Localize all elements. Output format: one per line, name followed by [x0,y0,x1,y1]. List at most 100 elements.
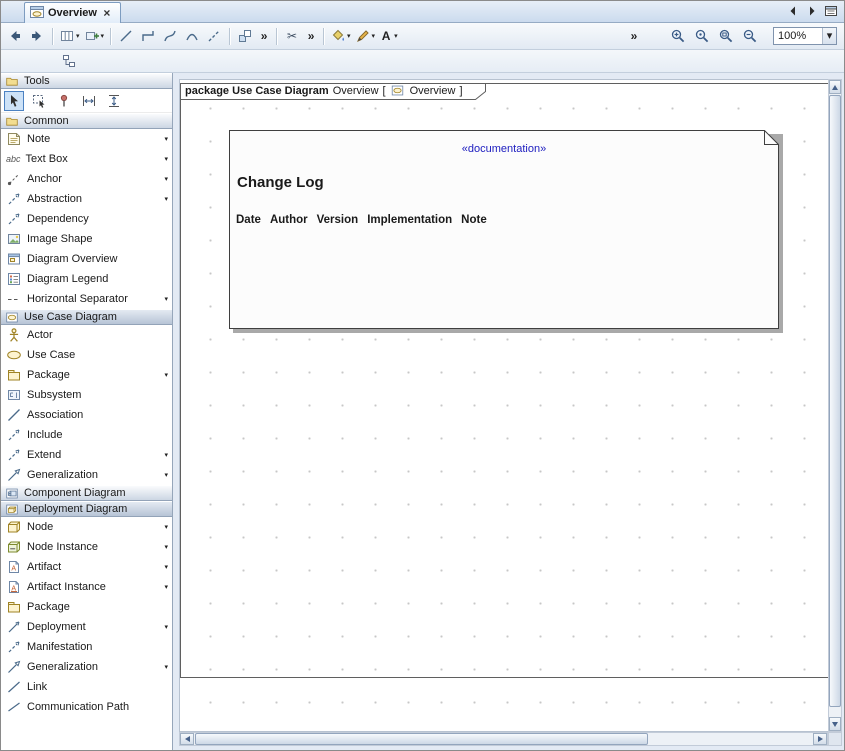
toolbox-item-image-shape[interactable]: Image Shape [1,229,172,249]
zoom-combobox[interactable]: 100% ▾ [773,27,837,45]
tab-overview[interactable]: Overview × [24,2,121,23]
triangle-left-icon [185,736,190,742]
chevron-down-icon[interactable]: ▾ [164,367,168,383]
toolbox-item-artifact[interactable]: AArtifact▾ [1,557,172,577]
scroll-right-button[interactable] [813,733,827,745]
chevron-down-icon[interactable]: ▾ [164,579,168,595]
toolbox-item-label: Text Box [26,153,160,165]
curved-path-button[interactable] [182,26,202,46]
chevron-down-icon[interactable]: ▾ [164,539,168,555]
chevron-down-icon[interactable]: ▾ [164,151,168,167]
zoom-dropdown-button[interactable]: ▾ [822,28,836,44]
sticky-tool-button[interactable] [54,91,74,111]
chevron-down-icon[interactable]: ▾ [164,619,168,635]
distribute-horizontal-tool-button[interactable] [79,91,99,111]
overflow-icon[interactable]: » [304,28,318,44]
chevron-down-icon[interactable]: ▾ [164,171,168,187]
chevron-down-icon[interactable]: ▾ [164,131,168,147]
section-header-tools[interactable]: Tools [1,73,172,89]
toolbox-item-package[interactable]: Package [1,597,172,617]
horizontal-scroll-thumb[interactable] [195,733,648,745]
chevron-down-icon[interactable]: ▾ [164,659,168,675]
documentation-note[interactable]: «documentation» Change Log DateAuthorVer… [229,130,779,329]
frame-ref-name: Overview [410,85,456,97]
image-shape-icon [6,231,22,247]
toolbox-item-text-box[interactable]: abcText Box▾ [1,149,172,169]
select-tool-button[interactable] [4,91,24,111]
toolbox-item-generalization[interactable]: Generalization▾ [1,465,172,485]
bezier-path-button[interactable] [160,26,180,46]
toolbox-item-abstraction[interactable]: Abstraction▾ [1,189,172,209]
chevron-down-icon[interactable]: ▾ [164,447,168,463]
toolbox-item-actor[interactable]: Actor [1,325,172,345]
tab-close-button[interactable]: × [100,5,114,21]
vertical-scroll-thumb[interactable] [829,95,841,707]
horizontal-scrollbar[interactable] [179,732,828,746]
toolbar-overflow-button[interactable]: » [627,28,641,44]
scroll-down-button[interactable] [829,717,841,731]
toolbox-item-note[interactable]: Note ▾ [1,129,172,149]
section-header-use-case-diagram[interactable]: Use Case Diagram [1,309,172,325]
chevron-down-icon[interactable]: ▾ [164,559,168,575]
toolbox-item-extend[interactable]: Extend▾ [1,445,172,465]
toolbox-item-node-instance[interactable]: Node Instance▾ [1,537,172,557]
font-button[interactable]: A▾ [378,26,399,46]
frame-diagram-name: Overview [333,85,379,97]
pen-color-button[interactable]: ▾ [354,26,377,46]
section-header-component-diagram[interactable]: Component Diagram [1,485,172,501]
add-shape-button[interactable]: ▾ [83,26,106,46]
toolbox-item-subsystem[interactable]: Subsystem [1,385,172,405]
chevron-down-icon[interactable]: ▾ [164,291,168,307]
frame-header: package Use Case Diagram Overview [ Over… [180,83,486,100]
toolbox-item-artifact-instance[interactable]: AArtifact Instance▾ [1,577,172,597]
toolbox-item-node[interactable]: Node▾ [1,517,172,537]
toolbox-item-deployment[interactable]: Deployment▾ [1,617,172,637]
next-tab-button[interactable] [803,2,820,19]
zoom-out-button[interactable] [740,26,760,46]
layout-button[interactable] [235,26,255,46]
toolbox-item-communication-path[interactable]: Communication Path [1,697,172,717]
toolbox-item-package[interactable]: Package▾ [1,365,172,385]
toolbox-item-manifestation[interactable]: Manifestation [1,637,172,657]
swimlane-button[interactable]: ▾ [58,26,81,46]
zoom-fit-button[interactable] [716,26,736,46]
back-button[interactable] [5,26,25,46]
oblique-path-icon [118,28,134,44]
toolbox-item-diagram-legend[interactable]: Diagram Legend [1,269,172,289]
zoom-original-button[interactable] [692,26,712,46]
scroll-up-button[interactable] [829,80,841,94]
toolbox-item-use-case[interactable]: Use Case [1,345,172,365]
chevron-down-icon[interactable]: ▾ [164,519,168,535]
triangle-down-icon [832,722,838,727]
toolbox-item-association[interactable]: Association [1,405,172,425]
toolbox-item-anchor[interactable]: Anchor▾ [1,169,172,189]
chevron-down-icon[interactable]: ▾ [164,467,168,483]
toolbox-item-label: Note [27,133,159,145]
cut-button[interactable]: ✂ [282,26,302,46]
diagram-canvas[interactable]: package Use Case Diagram Overview [ Over… [179,79,828,732]
fill-color-button[interactable]: ▾ [329,26,352,46]
tab-list-button[interactable] [822,2,839,19]
previous-tab-button[interactable] [784,2,801,19]
rectilinear-path-button[interactable] [138,26,158,46]
forward-button[interactable] [27,26,47,46]
section-header-deployment-diagram[interactable]: Deployment Diagram [1,501,172,517]
toolbox-item-horizontal-separator[interactable]: Horizontal Separator▾ [1,289,172,309]
scroll-left-button[interactable] [180,733,194,745]
zoom-in-icon [670,28,686,44]
chevron-down-icon[interactable]: ▾ [164,191,168,207]
toolbox-item-link[interactable]: Link [1,677,172,697]
toolbox-item-generalization[interactable]: Generalization▾ [1,657,172,677]
section-header-common[interactable]: Common [1,113,172,129]
zoom-in-button[interactable] [668,26,688,46]
toolbox-item-diagram-overview[interactable]: Diagram Overview [1,249,172,269]
vertical-scrollbar[interactable] [828,79,842,732]
spline-path-button[interactable] [204,26,224,46]
oblique-path-button[interactable] [116,26,136,46]
distribute-vertical-tool-button[interactable] [104,91,124,111]
free-select-tool-button[interactable] [29,91,49,111]
containment-button[interactable] [59,51,79,71]
toolbox-item-dependency[interactable]: Dependency [1,209,172,229]
overflow-icon[interactable]: » [257,28,271,44]
toolbox-item-include[interactable]: Include [1,425,172,445]
